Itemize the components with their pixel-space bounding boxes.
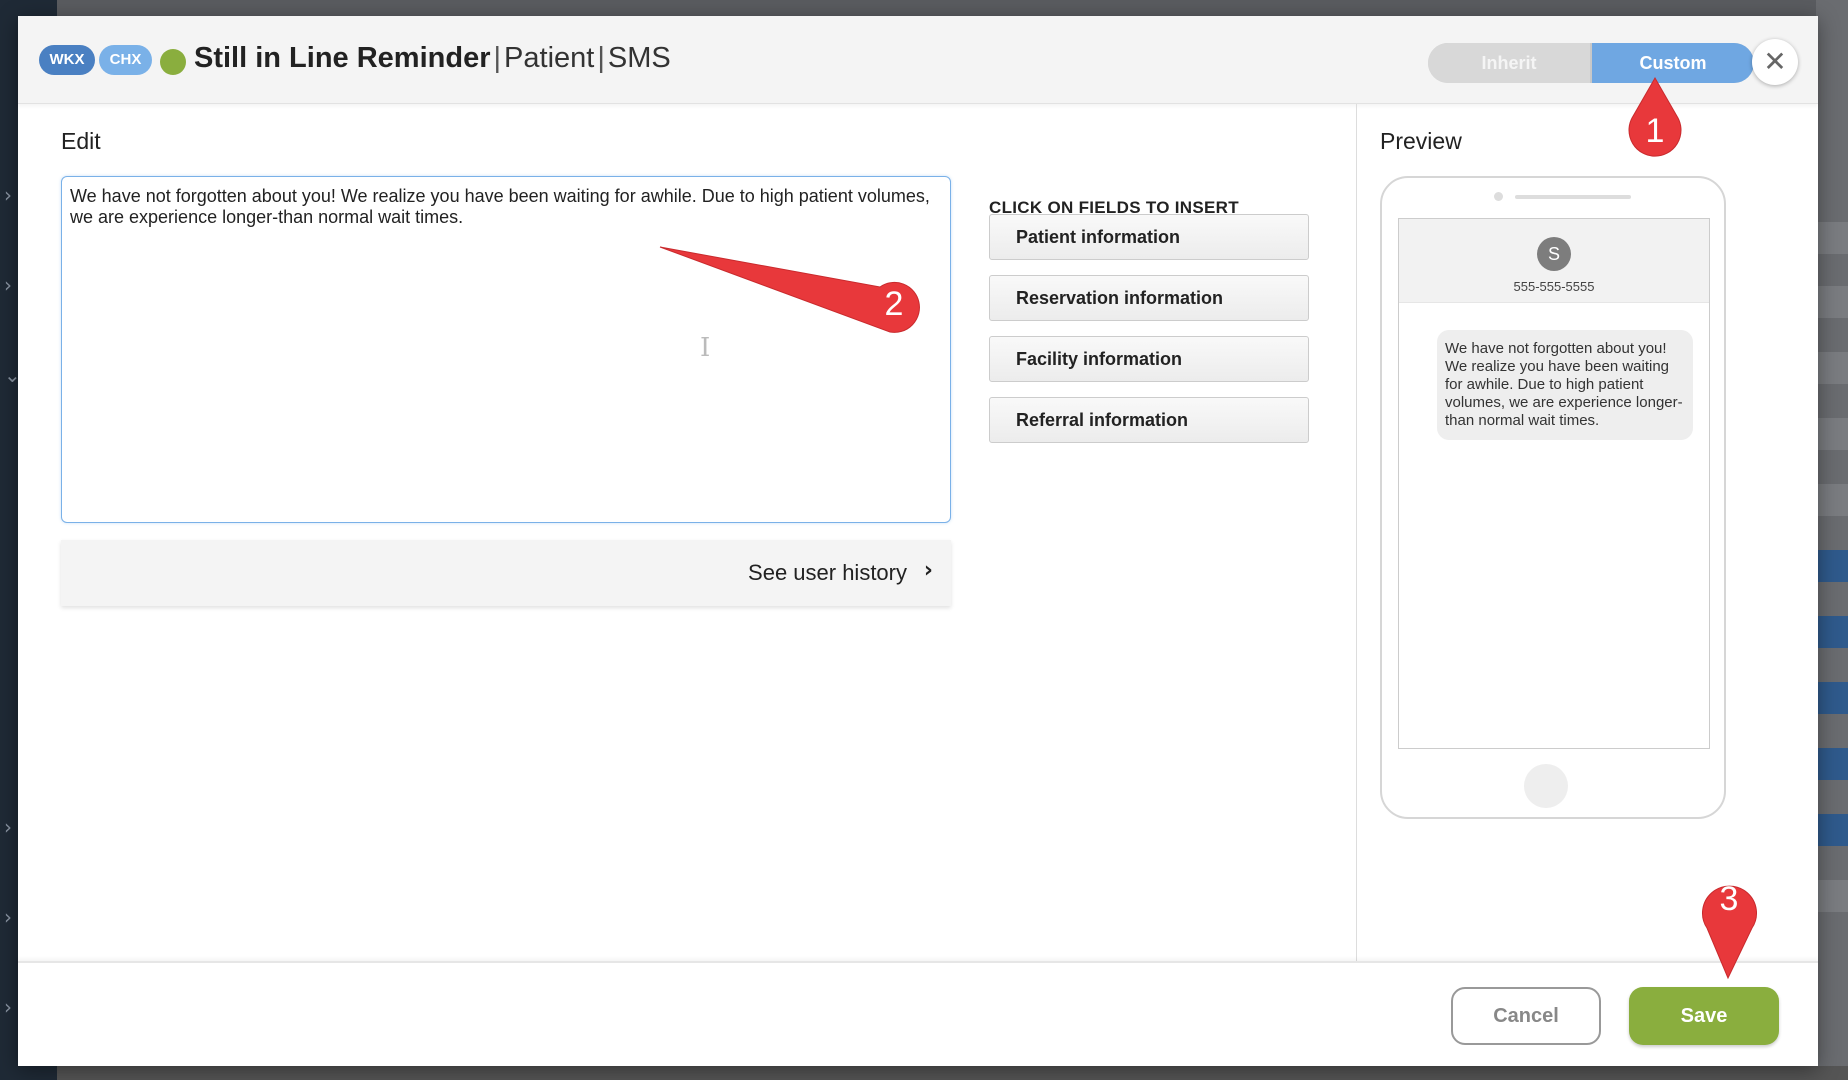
annotation-layer (659, 76, 1757, 980)
